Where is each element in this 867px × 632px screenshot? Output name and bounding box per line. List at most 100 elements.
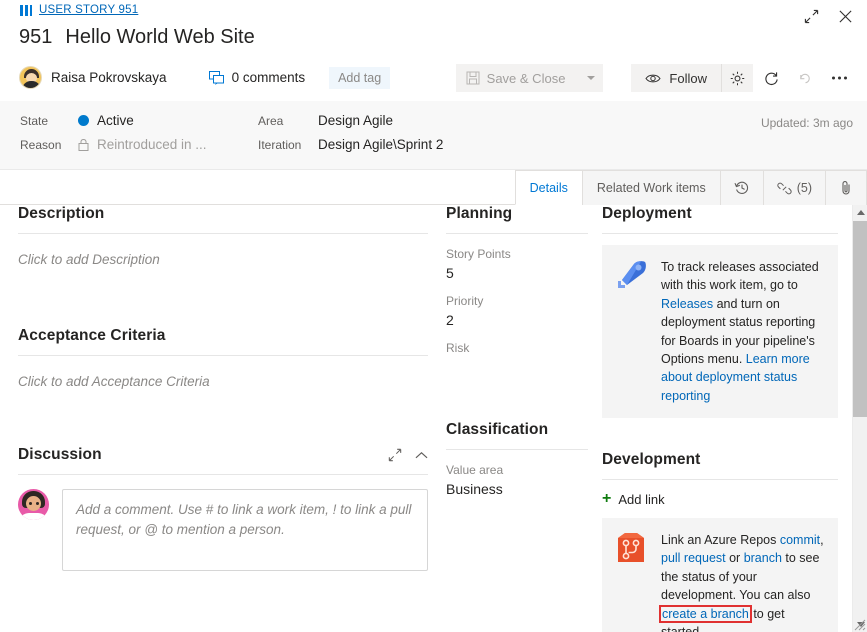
close-icon	[838, 9, 852, 23]
development-card-text: Link an Azure Repos commit, pull request…	[659, 531, 826, 632]
add-link-button[interactable]: + Add link	[602, 491, 838, 507]
discussion-expand-button[interactable]	[388, 448, 402, 462]
rocket-icon	[612, 258, 650, 292]
story-points-label: Story Points	[446, 247, 511, 261]
add-link-label: Add link	[618, 491, 665, 507]
field-grid: State Active Area Design Agile Reason Re…	[20, 113, 443, 152]
save-and-close-label: Save & Close	[486, 70, 566, 86]
chevron-down-icon	[586, 76, 595, 80]
classification-divider	[446, 449, 588, 450]
tab-attachments[interactable]	[825, 170, 867, 205]
pull-request-link[interactable]: pull request	[661, 551, 726, 565]
discussion-collapse-button[interactable]	[415, 451, 428, 460]
avatar	[18, 489, 49, 520]
dev-text-2: ,	[820, 533, 824, 547]
story-points-value[interactable]: 5	[446, 265, 588, 281]
vertical-scrollbar[interactable]	[852, 205, 867, 632]
header-toolbar: Save & Close Follow	[455, 64, 855, 92]
comment-icon	[208, 70, 224, 85]
breadcrumb-link[interactable]: USER STORY 951	[39, 4, 138, 16]
history-icon	[734, 181, 748, 194]
comment-composer-row: Add a comment. Use # to link a work item…	[18, 489, 428, 571]
value-area-label: Value area	[446, 463, 504, 477]
risk-label: Risk	[446, 341, 470, 355]
releases-link[interactable]: Releases	[661, 297, 713, 311]
reason-label: Reason	[20, 137, 62, 152]
deployment-text-1: To track releases associated with this w…	[661, 260, 819, 293]
iteration-label: Iteration	[258, 137, 302, 152]
tab-details[interactable]: Details	[514, 170, 582, 205]
deployment-divider	[602, 233, 838, 234]
state-value[interactable]: Active	[78, 113, 258, 128]
tab-links[interactable]: (5)	[762, 170, 825, 205]
branch-link[interactable]: branch	[744, 551, 782, 565]
repo-icon	[612, 531, 650, 565]
comment-input[interactable]: Add a comment. Use # to link a work item…	[62, 489, 428, 571]
development-empty-card: Link an Azure Repos commit, pull request…	[602, 518, 838, 632]
save-options-dropdown[interactable]	[577, 64, 603, 92]
undo-button[interactable]	[789, 64, 821, 92]
comments-count-label: 0 comments	[231, 70, 306, 85]
risk-value[interactable]	[446, 359, 588, 376]
expand-dialog-button[interactable]	[800, 5, 822, 27]
priority-label: Priority	[446, 294, 484, 308]
breadcrumb[interactable]: USER STORY 951	[20, 4, 138, 16]
reason-value: Reintroduced in ...	[78, 137, 258, 152]
value-area-value[interactable]: Business	[446, 481, 588, 497]
more-actions-button[interactable]	[823, 64, 855, 92]
comments-link[interactable]: 0 comments	[208, 70, 306, 85]
follow-group: Follow	[631, 64, 753, 92]
work-item-title[interactable]: Hello World Web Site	[65, 26, 254, 49]
work-item-id: 951	[19, 26, 53, 48]
discussion-header: Discussion	[18, 446, 428, 464]
iteration-value[interactable]: Design Agile\Sprint 2	[318, 137, 443, 152]
refresh-button[interactable]	[755, 64, 787, 92]
state-text: Active	[97, 113, 134, 128]
create-a-branch-link[interactable]: create a branch	[659, 604, 752, 623]
add-tag-button[interactable]: Add tag	[329, 66, 391, 89]
work-item-body: Description Click to add Description Acc…	[0, 205, 852, 632]
state-dot-icon	[78, 115, 89, 126]
scrollbar-thumb[interactable]	[853, 221, 867, 417]
tab-related-work-items[interactable]: Related Work items	[581, 170, 720, 205]
follow-label: Follow	[669, 70, 707, 86]
scroll-up-arrow[interactable]	[853, 205, 867, 220]
close-dialog-button[interactable]	[834, 5, 856, 27]
follow-button[interactable]: Follow	[631, 64, 721, 92]
user-story-icon	[20, 4, 33, 16]
follow-settings-button[interactable]	[721, 64, 753, 92]
ellipsis-icon	[831, 76, 847, 80]
save-icon	[466, 71, 480, 85]
details-middle-column: Planning Story Points 5 Priority 2 Risk …	[446, 205, 588, 497]
expand-icon	[388, 448, 402, 462]
commit-link[interactable]: commit	[780, 533, 820, 547]
area-value[interactable]: Design Agile	[318, 113, 443, 128]
description-input[interactable]: Click to add Description	[18, 252, 428, 267]
details-right-column: Deployment To track releases associated …	[602, 205, 838, 632]
tab-history[interactable]	[719, 170, 763, 205]
save-and-close-group[interactable]: Save & Close	[455, 64, 604, 92]
acceptance-criteria-heading: Acceptance Criteria	[18, 327, 166, 344]
acceptance-criteria-input[interactable]: Click to add Acceptance Criteria	[18, 374, 428, 389]
description-heading: Description	[18, 205, 105, 222]
acceptance-criteria-divider	[18, 355, 428, 356]
priority-value[interactable]: 2	[446, 312, 588, 328]
discussion-divider	[18, 474, 428, 475]
description-divider	[18, 233, 428, 234]
refresh-icon	[764, 71, 778, 85]
page-title: 951 Hello World Web Site	[19, 26, 255, 49]
tab-related-work-items-label: Related Work items	[596, 181, 706, 195]
save-and-close-button[interactable]: Save & Close	[456, 64, 578, 92]
deployment-heading: Deployment	[602, 205, 692, 222]
reason-text: Reintroduced in ...	[97, 137, 207, 152]
details-left-column: Description Click to add Description Acc…	[18, 205, 428, 571]
planning-divider	[446, 233, 588, 234]
resize-grip[interactable]	[853, 618, 866, 631]
attachment-icon	[842, 181, 850, 195]
tab-links-count: (5)	[796, 181, 812, 195]
lock-icon	[78, 139, 89, 151]
avatar	[19, 66, 42, 89]
work-item-field-strip: State Active Area Design Agile Reason Re…	[0, 101, 867, 170]
tab-details-label: Details	[529, 180, 568, 195]
assignee-name[interactable]: Raisa Pokrovskaya	[51, 70, 167, 85]
